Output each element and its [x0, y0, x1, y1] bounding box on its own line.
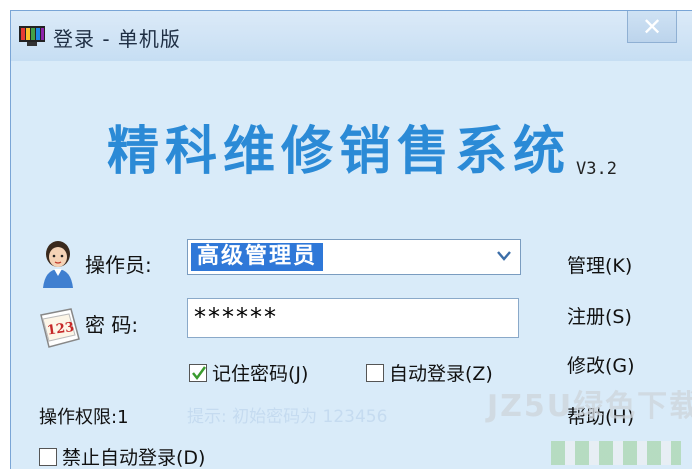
manage-button[interactable]: 管理(K)	[567, 251, 632, 278]
watermark-blur	[551, 441, 681, 465]
title-bar: 登录 - 单机版 ✕	[11, 11, 692, 61]
close-button[interactable]: ✕	[627, 11, 677, 43]
auto-login-checkbox-box[interactable]	[366, 363, 384, 382]
close-icon: ✕	[641, 12, 663, 41]
auto-login-checkbox[interactable]: 自动登录(Z)	[366, 359, 493, 386]
operator-label: 操作员:	[85, 253, 152, 277]
disable-auto-login-label: 禁止自动登录(D)	[62, 447, 206, 469]
register-button[interactable]: 注册(S)	[567, 302, 632, 329]
dropdown-arrow-icon[interactable]	[496, 249, 512, 263]
watermark: JZ5U绿色下载	[487, 389, 692, 424]
operator-select[interactable]: 高级管理员	[187, 239, 521, 275]
checkmark-icon	[192, 365, 207, 380]
modify-button[interactable]: 修改(G)	[567, 351, 635, 378]
password-card-icon: 123	[40, 308, 80, 348]
password-input[interactable]: ******	[187, 298, 519, 338]
app-name: 精科维修销售系统	[107, 121, 572, 182]
operator-value: 高级管理员	[191, 243, 324, 271]
auto-login-label: 自动登录(Z)	[389, 363, 493, 385]
window-title: 登录 - 单机版	[53, 27, 181, 51]
app-version: V3.2	[576, 159, 617, 179]
app-logo-icon	[19, 26, 45, 46]
user-avatar-icon	[43, 241, 73, 288]
login-window: 登录 - 单机版 ✕ 精科维修销售系统 V3.2 操作员: 高级管理员 123 …	[10, 10, 692, 469]
disable-auto-login-box[interactable]	[39, 447, 57, 466]
disable-auto-login-checkbox[interactable]: 禁止自动登录(D)	[39, 443, 205, 469]
password-label: 密 码:	[85, 313, 139, 337]
remember-password-checkbox[interactable]: 记住密码(J)	[189, 359, 308, 386]
remember-password-label: 记住密码(J)	[212, 363, 309, 385]
remember-checkbox-box[interactable]	[189, 363, 207, 382]
password-hint: 提示: 初始密码为 123456	[187, 407, 388, 427]
permission-level-label: 操作权限:1	[39, 407, 129, 428]
